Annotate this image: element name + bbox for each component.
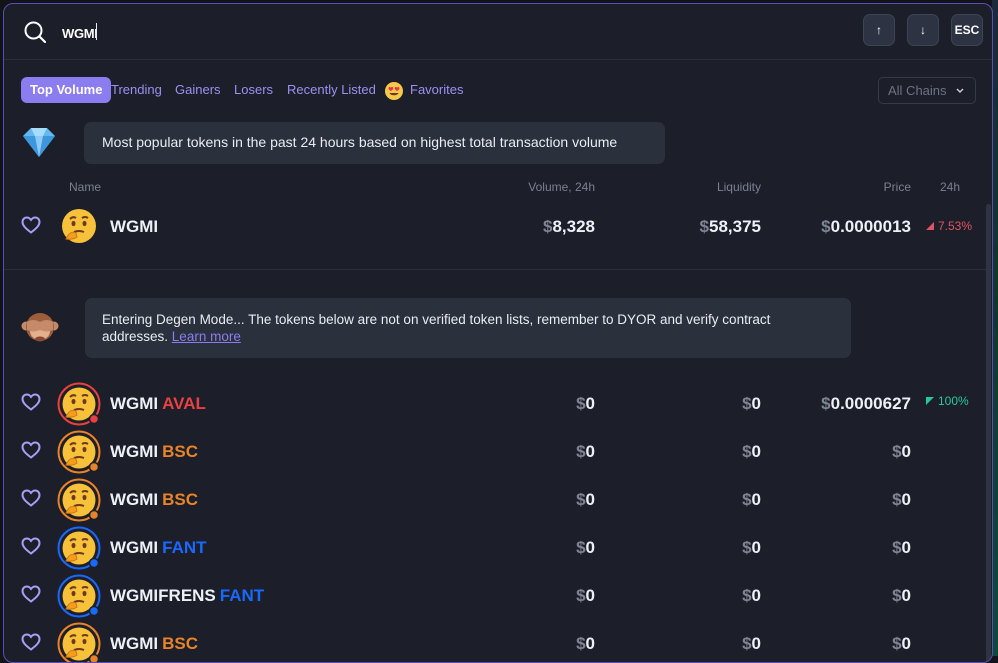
chain-label: FANT <box>220 586 264 605</box>
token-volume: $0 <box>576 394 595 414</box>
token-name: WGMIFANT <box>110 538 207 558</box>
favorite-heart-icon[interactable] <box>21 393 41 411</box>
chain-filter-select[interactable]: All Chains <box>878 77 976 104</box>
token-volume: $0 <box>576 538 595 558</box>
navigate-up-button[interactable]: ↑ <box>863 14 895 46</box>
favorite-heart-icon[interactable] <box>21 489 41 507</box>
navigate-down-button[interactable]: ↓ <box>907 14 939 46</box>
chevron-down-icon <box>955 85 965 95</box>
token-volume: $0 <box>576 442 595 462</box>
thinking-face-icon <box>59 206 99 246</box>
chain-label: AVAL <box>162 394 206 413</box>
column-header-name: Name <box>69 180 101 194</box>
token-search-modal: ↑ ↓ ESC Top Volume Trending Gainers Lose… <box>3 3 993 663</box>
token-liquidity: $0 <box>742 586 761 606</box>
column-header-volume: Volume, 24h <box>528 180 595 194</box>
tab-gainers[interactable]: Gainers <box>175 77 221 103</box>
degen-mode-banner: Entering Degen Mode... The tokens below … <box>85 298 851 358</box>
token-volume: $0 <box>576 634 595 654</box>
tab-favorites[interactable]: Favorites <box>410 77 463 103</box>
token-volume: $8,328 <box>543 217 595 237</box>
token-avatar <box>59 206 99 246</box>
token-avatar <box>57 574 101 618</box>
token-liquidity: $0 <box>742 442 761 462</box>
token-volume: $0 <box>576 490 595 510</box>
diamond-icon <box>21 126 57 158</box>
token-row[interactable]: WGMI $8,328 $58,375 $0.0000013 7.53% <box>4 201 992 249</box>
token-price: $0 <box>892 442 911 462</box>
favorite-heart-icon[interactable] <box>21 537 41 555</box>
token-liquidity: $58,375 <box>700 217 761 237</box>
tab-trending[interactable]: Trending <box>111 77 162 103</box>
token-avatar <box>57 526 101 570</box>
token-row[interactable]: WGMIFANT $0 $0 $0 <box>4 522 992 570</box>
tab-top-volume[interactable]: Top Volume <box>21 77 111 103</box>
section-divider <box>4 269 992 270</box>
scrollbar[interactable] <box>986 204 991 663</box>
token-avatar <box>57 622 101 663</box>
token-liquidity: $0 <box>742 490 761 510</box>
column-header-24h: 24h <box>940 180 960 194</box>
token-volume: $0 <box>576 586 595 606</box>
token-row[interactable]: WGMIFRENSFANT $0 $0 $0 <box>4 570 992 618</box>
heart-eyes-emoji-icon <box>384 81 404 101</box>
token-change: 100% <box>926 394 969 408</box>
favorite-heart-icon[interactable] <box>21 585 41 603</box>
token-name: WGMIBSC <box>110 490 198 510</box>
thinking-face-icon <box>57 478 101 522</box>
chain-label: BSC <box>162 634 198 653</box>
triangle-up-change-icon <box>926 397 934 405</box>
token-change: 7.53% <box>926 219 972 233</box>
thinking-face-icon <box>57 382 101 426</box>
token-price: $0 <box>892 490 911 510</box>
search-input[interactable] <box>60 20 624 46</box>
token-liquidity: $0 <box>742 634 761 654</box>
token-name: WGMIBSC <box>110 442 198 462</box>
top-volume-info-banner: Most popular tokens in the past 24 hours… <box>84 122 665 164</box>
column-header-price: Price <box>884 180 911 194</box>
token-liquidity: $0 <box>742 538 761 558</box>
token-liquidity: $0 <box>742 394 761 414</box>
triangle-down-change-icon <box>926 222 934 230</box>
token-price: $0 <box>892 538 911 558</box>
column-header-liquidity: Liquidity <box>717 180 761 194</box>
favorite-heart-icon[interactable] <box>21 633 41 651</box>
favorite-heart-icon[interactable] <box>21 216 41 234</box>
tab-losers[interactable]: Losers <box>234 77 273 103</box>
chain-label: BSC <box>162 490 198 509</box>
token-avatar <box>57 478 101 522</box>
text-caret <box>96 23 97 40</box>
thinking-face-icon <box>57 622 101 663</box>
token-avatar <box>57 382 101 426</box>
favorite-heart-icon[interactable] <box>21 441 41 459</box>
token-price: $0 <box>892 634 911 654</box>
thinking-face-icon <box>57 526 101 570</box>
escape-button[interactable]: ESC <box>951 14 983 46</box>
see-no-evil-monkey-icon <box>21 309 59 347</box>
learn-more-link[interactable]: Learn more <box>172 329 241 344</box>
token-name: WGMIAVAL <box>110 394 206 414</box>
thinking-face-icon <box>57 430 101 474</box>
token-row[interactable]: WGMIBSC $0 $0 $0 <box>4 618 992 663</box>
token-row[interactable]: WGMIBSC $0 $0 $0 <box>4 426 992 474</box>
token-row[interactable]: WGMIBSC $0 $0 $0 <box>4 474 992 522</box>
search-bar: ↑ ↓ ESC <box>4 4 992 60</box>
token-price: $0 <box>892 586 911 606</box>
token-name: WGMI <box>110 217 158 237</box>
token-price: $0.0000627 <box>821 394 911 414</box>
chain-label: FANT <box>162 538 206 557</box>
token-price: $0.0000013 <box>821 217 911 237</box>
chain-label: BSC <box>162 442 198 461</box>
thinking-face-icon <box>57 574 101 618</box>
token-name: WGMIFRENSFANT <box>110 586 264 606</box>
top-volume-info-text: Most popular tokens in the past 24 hours… <box>102 134 617 150</box>
token-avatar <box>57 430 101 474</box>
chain-filter-value: All Chains <box>888 83 947 98</box>
search-icon <box>24 21 46 43</box>
tab-recently-listed[interactable]: Recently Listed <box>287 77 376 103</box>
token-row[interactable]: WGMIAVAL $0 $0 $0.0000627 100% <box>4 378 992 426</box>
token-name: WGMIBSC <box>110 634 198 654</box>
